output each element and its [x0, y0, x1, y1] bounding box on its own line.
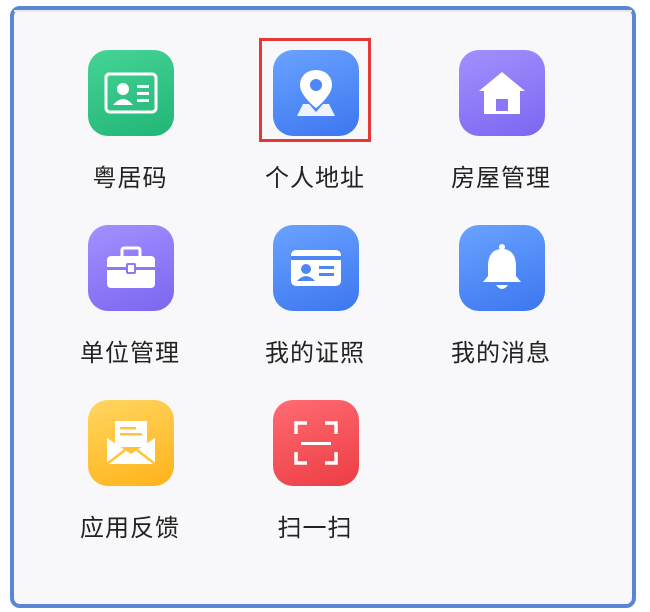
- highlight-box: [259, 38, 371, 142]
- grid-item-my-certificates[interactable]: 我的证照: [230, 225, 400, 375]
- top-divider: [14, 10, 632, 12]
- grid-item-label: 房屋管理: [451, 164, 551, 192]
- grid-item-label: 个人地址: [265, 164, 365, 192]
- briefcase-icon: [88, 225, 174, 311]
- grid-item-label: 我的证照: [265, 339, 365, 367]
- grid-item-label: 扫一扫: [277, 514, 353, 542]
- grid-item-label: 粤居码: [92, 164, 168, 192]
- mail-icon: [88, 400, 174, 486]
- scan-icon: [273, 400, 359, 486]
- grid-item-label: 我的消息: [451, 339, 551, 367]
- id-card-icon: [273, 225, 359, 311]
- grid-item-app-feedback[interactable]: 应用反馈: [45, 400, 215, 550]
- id-card-icon: [88, 50, 174, 136]
- grid-item-scan[interactable]: 扫一扫: [230, 400, 400, 550]
- grid-item-unit-management[interactable]: 单位管理: [45, 225, 215, 375]
- bell-icon: [459, 225, 545, 311]
- grid-item-house-management[interactable]: 房屋管理: [416, 50, 586, 200]
- house-icon: [459, 50, 545, 136]
- grid-item-label: 单位管理: [80, 339, 180, 367]
- grid-item-yue-ju-ma[interactable]: 粤居码: [45, 50, 215, 200]
- grid-item-label: 应用反馈: [80, 514, 180, 542]
- grid-item-my-messages[interactable]: 我的消息: [416, 225, 586, 375]
